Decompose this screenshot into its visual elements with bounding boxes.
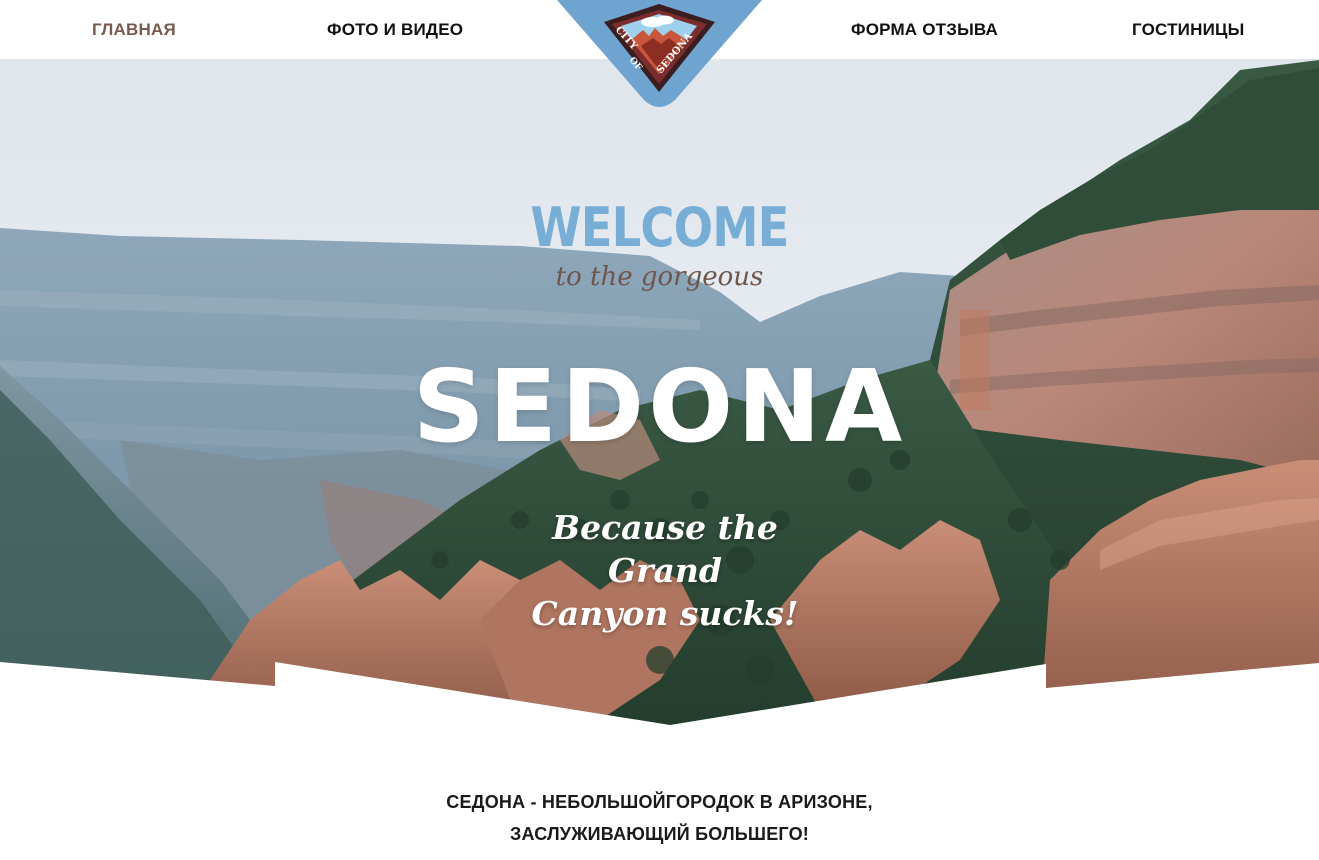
hero-tagline-line2: Canyon sucks! <box>531 594 799 633</box>
city-of-sedona-logo[interactable]: CITY OF SEDONA <box>557 0 762 108</box>
intro-line-1: СЕДОНА - НЕБОЛЬШОЙГОРОДОК В АРИЗОНЕ, <box>446 792 873 812</box>
intro-line-2: ЗАСЛУЖИВАЮЩИЙ БОЛЬШЕГО! <box>509 824 809 844</box>
nav-item-hotels[interactable]: ГОСТИНИЦЫ <box>1132 20 1244 44</box>
hero-tagline: Because the Grand Canyon sucks! <box>505 506 825 635</box>
hero-subtitle: to the gorgeous <box>555 262 764 292</box>
hero-title: SEDONA <box>412 348 907 465</box>
nav-item-home[interactable]: ГЛАВНАЯ <box>92 20 176 44</box>
logo-emblem-icon: CITY OF SEDONA <box>557 0 762 107</box>
hero-welcome-heading: WELCOME <box>530 196 789 259</box>
nav-item-photo-video[interactable]: ФОТО И ВИДЕО <box>327 20 463 44</box>
nav-item-feedback-form[interactable]: ФОРМА ОТЗЫВА <box>851 20 998 44</box>
hero-banner: WELCOME to the gorgeous SEDONA Because t… <box>0 60 1319 725</box>
hero-tagline-line1: Because the Grand <box>552 508 778 590</box>
intro-heading: СЕДОНА - НЕБОЛЬШОЙГОРОДОК В АРИЗОНЕ, ЗАС… <box>0 786 1319 850</box>
